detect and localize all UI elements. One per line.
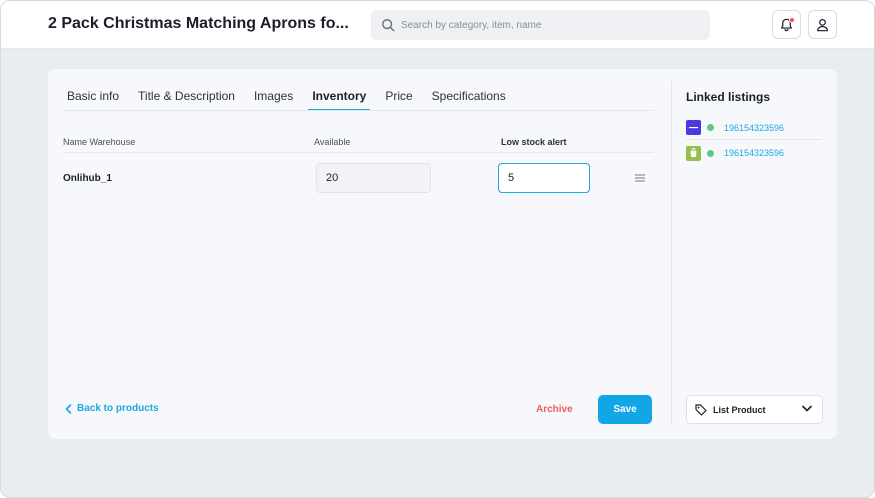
tab-inventory[interactable]: Inventory [308,89,371,111]
warehouse-name: Onlihub_1 [63,173,112,184]
status-active-icon [707,149,714,157]
column-header-warehouse: Name Warehouse [63,137,136,147]
low-stock-alert-input[interactable] [498,163,590,193]
ebay-icon [686,120,701,135]
chevron-left-icon [65,403,72,414]
listing-id-link[interactable]: 196154323596 [724,148,784,158]
notification-badge [789,17,795,23]
column-header-available: Available [314,137,351,147]
notifications-button[interactable] [772,10,801,39]
search-bar[interactable] [371,10,710,40]
status-active-icon [707,124,714,131]
linked-listings-title: Linked listings [686,90,771,104]
tab-bar: Basic info Title & Description Images In… [63,89,521,111]
tab-price[interactable]: Price [381,89,416,111]
chevron-down-icon [802,405,812,412]
archive-button[interactable]: Archive [536,404,573,415]
panel-divider [671,81,672,424]
column-header-low-stock: Low stock alert [501,137,567,147]
app-window: 2 Pack Christmas Matching Aprons fo... S… [0,0,875,498]
tab-specifications[interactable]: Specifications [428,89,510,111]
top-bar: 2 Pack Christmas Matching Aprons fo... [1,1,874,49]
shopify-icon [686,145,701,161]
tab-title-description[interactable]: Title & Description [134,89,239,111]
search-icon [382,19,395,32]
account-button[interactable] [808,10,837,39]
save-button[interactable]: Save [598,395,652,424]
linked-listing-item: 196154323596 [686,116,822,140]
list-product-label: List Product [713,404,766,415]
drag-handle-icon[interactable] [634,173,646,183]
linked-listing-item: 196154323596 [686,141,822,165]
page-title: 2 Pack Christmas Matching Aprons fo... [48,15,349,32]
product-editor-card: Basic info Title & Description Images In… [48,69,837,439]
tab-basic-info[interactable]: Basic info [63,89,123,111]
search-input[interactable] [401,19,691,31]
tag-icon [695,403,707,416]
back-to-products-label: Back to products [77,403,159,414]
list-product-dropdown[interactable]: List Product [686,395,823,424]
listing-id-link[interactable]: 196154323596 [724,123,784,133]
header-divider [63,152,654,153]
tabs-divider [63,110,654,111]
user-icon [817,18,828,31]
tab-images[interactable]: Images [250,89,297,111]
available-input[interactable] [316,163,431,193]
back-to-products-link[interactable]: Back to products [65,403,159,414]
